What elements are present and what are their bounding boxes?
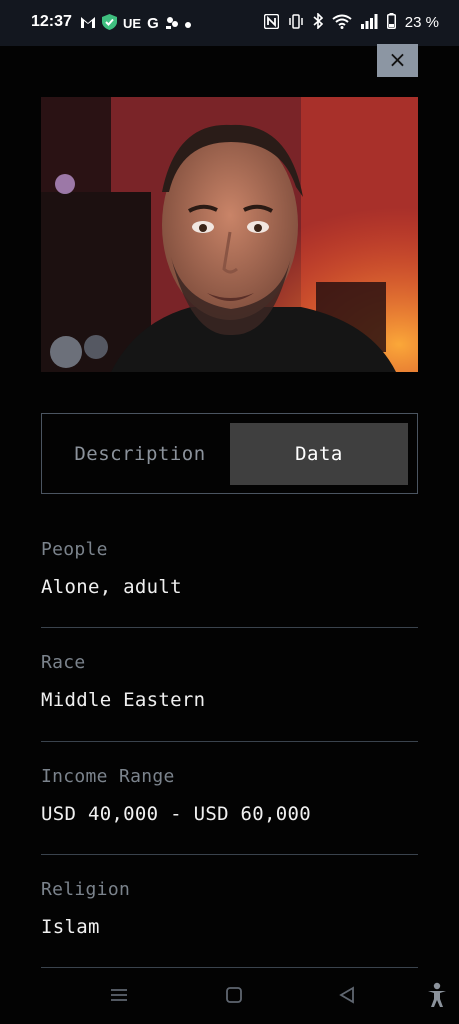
battery-icon: [386, 13, 396, 32]
field-income-range: Income Range USD 40,000 - USD 60,000: [41, 766, 418, 825]
field-race: Race Middle Eastern: [41, 652, 418, 711]
battery-percent: 23 %: [404, 14, 439, 31]
app-icon: [165, 16, 179, 32]
field-label: Race: [41, 652, 86, 673]
wifi-icon: [332, 14, 352, 32]
status-time: 12:37: [31, 13, 72, 30]
field-value: Middle Eastern: [41, 689, 206, 711]
field-religion: Religion Islam: [41, 879, 418, 938]
vibrate-icon: [288, 13, 304, 32]
shield-check-icon: [102, 14, 117, 33]
nfc-icon: [263, 13, 280, 32]
ue-text-icon: UE: [123, 16, 142, 31]
field-value: Alone, adult: [41, 576, 182, 598]
google-icon: G: [147, 15, 159, 32]
back-triangle-icon[interactable]: [338, 986, 356, 1008]
field-label: Religion: [41, 879, 131, 900]
view-tabs: Description Data: [41, 413, 418, 494]
dot-icon: [184, 16, 191, 31]
gmail-icon: [80, 16, 96, 32]
status-bar: 12:37 UE G 23 %: [0, 0, 459, 46]
field-label: People: [41, 539, 108, 560]
system-icons: 23 %: [263, 12, 439, 32]
divider: [41, 854, 418, 855]
tab-description[interactable]: Description: [51, 423, 229, 485]
field-people: People Alone, adult: [41, 539, 418, 598]
profile-photo: [41, 97, 418, 372]
field-value: Islam: [41, 916, 100, 938]
field-label: Income Range: [41, 766, 175, 787]
bluetooth-icon: [313, 12, 323, 32]
signal-icon: [360, 13, 378, 32]
accessibility-icon[interactable]: [426, 982, 448, 1012]
divider: [41, 627, 418, 628]
tab-data[interactable]: Data: [230, 423, 408, 485]
close-icon: ×: [388, 47, 407, 73]
divider: [41, 741, 418, 742]
notification-icons: UE G: [80, 14, 191, 33]
navigation-bar: [0, 968, 459, 1024]
menu-icon[interactable]: [110, 986, 128, 1008]
field-value: USD 40,000 - USD 60,000: [41, 803, 311, 825]
close-button[interactable]: ×: [377, 44, 418, 77]
home-square-icon[interactable]: [225, 986, 243, 1008]
portrait-illustration: [41, 97, 418, 372]
